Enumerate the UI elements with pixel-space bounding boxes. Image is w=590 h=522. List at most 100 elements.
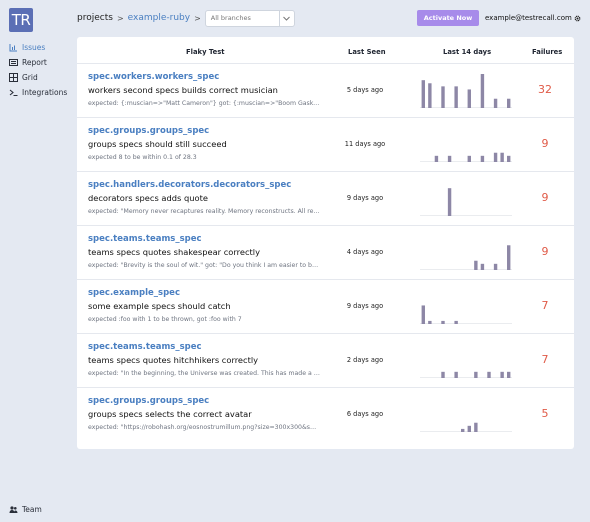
table-row[interactable]: spec.example_spec some example specs sho… [77, 280, 574, 334]
sparkline-bar [507, 155, 511, 162]
column-header-failures: Failures [532, 48, 563, 56]
grid-icon [9, 73, 18, 82]
sidebar-item-label: Integrations [22, 88, 68, 97]
failure-history-sparkline [420, 245, 512, 270]
spec-link[interactable]: spec.groups.groups_spec [88, 396, 209, 406]
sparkline-bar [454, 320, 458, 324]
sparkline-bar [480, 74, 485, 108]
users-icon [9, 505, 18, 514]
sidebar-item-report[interactable]: Report [9, 55, 69, 70]
sparkline-bar [507, 98, 511, 108]
branch-select[interactable]: All branches [204, 9, 295, 27]
team-label: Team [22, 505, 42, 514]
column-header-flaky-test: Flaky Test [186, 48, 225, 56]
failure-count: 9 [541, 191, 549, 204]
sparkline-bar [434, 155, 439, 162]
sparkline-bar [500, 152, 504, 162]
failure-history-sparkline [420, 74, 512, 108]
sparkline-bar [447, 155, 452, 162]
failure-count: 9 [541, 245, 549, 258]
sparkline-bar [507, 245, 511, 270]
failure-history-sparkline [420, 305, 512, 324]
terminal-icon [9, 88, 18, 97]
sparkline-bar [428, 320, 432, 324]
sparkline-bar [474, 422, 478, 432]
sparkline-bar [461, 428, 465, 432]
activate-now-button[interactable]: Activate Now [417, 10, 479, 26]
list-icon [9, 58, 18, 67]
chart-bar-icon [9, 43, 18, 52]
sparkline-bar [428, 83, 432, 108]
sparkline-bar [441, 320, 445, 324]
table-row[interactable]: spec.groups.groups_spec groups specs sho… [77, 118, 574, 172]
table-row[interactable]: spec.handlers.decorators.decorators_spec… [77, 172, 574, 226]
failure-count: 7 [541, 299, 549, 312]
last-seen: 6 days ago [346, 410, 384, 418]
table-row[interactable]: spec.workers.workers_spec workers second… [77, 64, 574, 118]
breadcrumb-project[interactable]: example-ruby [128, 13, 190, 23]
sparkline-bar [441, 86, 445, 108]
table-row[interactable]: spec.teams.teams_spec teams specs quotes… [77, 226, 574, 280]
sidebar-item-grid[interactable]: Grid [9, 70, 69, 85]
spec-link[interactable]: spec.teams.teams_spec [88, 342, 202, 352]
sparkline-bar [480, 155, 485, 162]
sparkline-bar [421, 80, 425, 108]
failure-history-sparkline [420, 422, 512, 432]
failure-detail: expected: {:muscian=>"Matt Cameron"} got… [88, 100, 320, 107]
spec-link[interactable]: spec.groups.groups_spec [88, 126, 209, 136]
failure-count: 7 [541, 353, 549, 366]
sparkline-bar [480, 263, 485, 270]
sparkline-bar [421, 305, 425, 324]
column-header-last-seen: Last Seen [348, 48, 386, 56]
failure-count: 5 [541, 407, 549, 420]
branch-select-value: All branches [210, 14, 251, 22]
breadcrumb-projects[interactable]: projects [77, 13, 113, 23]
last-seen: 11 days ago [344, 140, 386, 148]
sparkline-bar [474, 371, 478, 378]
sparkline-bar [441, 371, 445, 378]
sidebar-item-label: Issues [22, 43, 46, 52]
last-seen: 9 days ago [346, 302, 384, 310]
sidebar-item-label: Report [22, 58, 47, 67]
sparkline-bar [467, 425, 471, 432]
test-name: groups specs selects the correct avatar [88, 409, 252, 419]
breadcrumb-separator: > [116, 13, 124, 23]
failure-detail: expected 8 to be within 0.1 of 28.3 [88, 154, 197, 161]
failure-history-sparkline [420, 188, 512, 216]
failure-detail: expected: "Memory never recaptures reali… [88, 208, 320, 215]
sidebar-item-issues[interactable]: Issues [9, 40, 69, 55]
failure-detail: expected :foo with 1 to be thrown, got :… [88, 316, 242, 323]
column-header-last-14-days: Last 14 days [443, 48, 492, 56]
test-name: decorators specs adds quote [88, 193, 208, 203]
test-name: groups specs should still succeed [88, 139, 227, 149]
table-header: Flaky Test Last Seen Last 14 days Failur… [77, 37, 574, 64]
failure-history-sparkline [420, 371, 512, 378]
account-menu[interactable]: example@testrecall.com [485, 10, 581, 26]
sparkline-bar [507, 371, 511, 378]
failure-detail: expected: "https://robohash.org/eosnostr… [88, 424, 320, 431]
sparkline-bar [454, 86, 458, 108]
sidebar-item-team[interactable]: Team [9, 505, 42, 514]
app-logo[interactable]: TR [9, 8, 33, 32]
failure-history-sparkline [420, 152, 512, 162]
sidebar-item-integrations[interactable]: Integrations [9, 85, 69, 100]
test-name: teams specs quotes hitchhikers correctly [88, 355, 259, 365]
last-seen: 5 days ago [346, 86, 384, 94]
flaky-tests-table: Flaky Test Last Seen Last 14 days Failur… [77, 37, 574, 449]
account-email: example@testrecall.com [485, 14, 572, 22]
sparkline-bar [493, 263, 498, 270]
failure-count: 9 [541, 137, 549, 150]
sparkline-bar [493, 98, 498, 108]
top-bar: projects > example-ruby > All branches A… [77, 8, 582, 28]
table-row[interactable]: spec.groups.groups_spec groups specs sel… [77, 388, 574, 442]
sparkline-bar [467, 155, 471, 162]
spec-link[interactable]: spec.handlers.decorators.decorators_spec [88, 180, 291, 190]
spec-link[interactable]: spec.example_spec [88, 288, 180, 298]
last-seen: 2 days ago [346, 356, 384, 364]
last-seen: 9 days ago [346, 194, 384, 202]
spec-link[interactable]: spec.teams.teams_spec [88, 234, 202, 244]
spec-link[interactable]: spec.workers.workers_spec [88, 72, 219, 82]
sparkline-bar [493, 152, 498, 162]
table-row[interactable]: spec.teams.teams_spec teams specs quotes… [77, 334, 574, 388]
last-seen: 4 days ago [346, 248, 384, 256]
